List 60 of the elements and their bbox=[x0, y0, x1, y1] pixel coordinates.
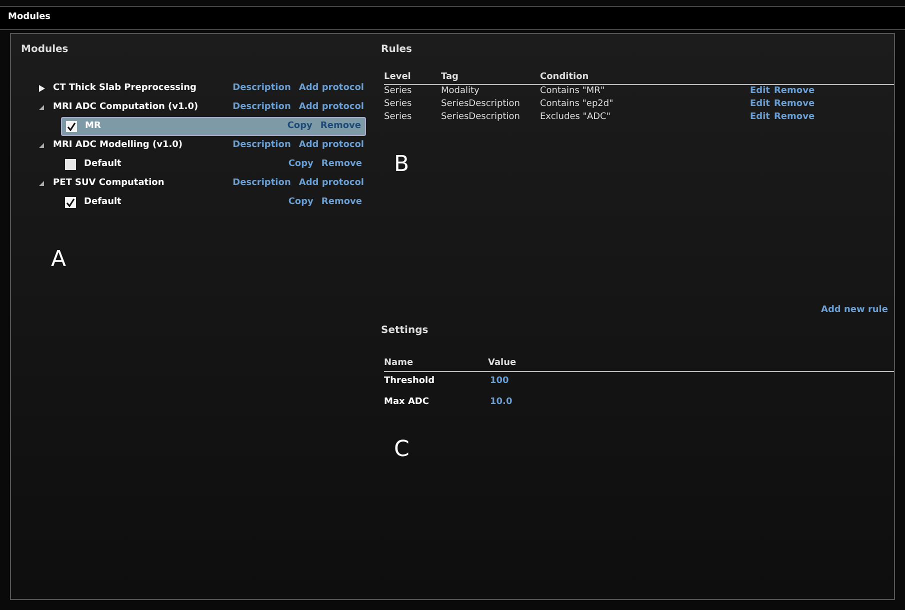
collapsed-triangle-icon[interactable] bbox=[39, 85, 45, 92]
column-header: Level bbox=[384, 70, 412, 84]
module-name[interactable]: PET SUV Computation bbox=[53, 176, 233, 190]
protocol-name: Default bbox=[84, 196, 122, 209]
section-heading: Rules bbox=[381, 43, 413, 57]
rule-link[interactable]: Remove bbox=[774, 98, 815, 112]
module-name[interactable]: MRI ADC Modelling (v1.0) bbox=[53, 138, 233, 152]
table-cell-text: Series bbox=[384, 84, 413, 98]
protocol-link[interactable]: Remove bbox=[321, 158, 362, 172]
checkbox[interactable] bbox=[65, 197, 76, 208]
column-header: Name bbox=[384, 357, 414, 370]
rule-link[interactable]: Edit bbox=[750, 84, 770, 98]
module-link[interactable]: Add protocol bbox=[298, 138, 364, 152]
rule-link[interactable]: Edit bbox=[750, 98, 770, 112]
column-header: Tag bbox=[441, 70, 460, 84]
table-cell-text: Series bbox=[384, 98, 413, 111]
setting-name: Max ADC bbox=[384, 396, 430, 410]
panel-heading: Modules bbox=[21, 43, 70, 57]
protocol-name: Default bbox=[84, 158, 122, 171]
table-cell-text: SeriesDescription bbox=[441, 110, 521, 124]
annotation-letter: C bbox=[394, 439, 410, 461]
add-rule-link[interactable]: Add new rule bbox=[821, 304, 888, 318]
protocol-row[interactable]: Default Copy Remove bbox=[61, 193, 366, 212]
expanded-triangle-icon[interactable] bbox=[39, 142, 45, 149]
rule-link[interactable]: Remove bbox=[774, 110, 815, 124]
protocol-name: MR bbox=[85, 120, 102, 133]
annotation-letter: B bbox=[394, 154, 410, 176]
module-link[interactable]: Add protocol bbox=[298, 176, 364, 190]
annotation-letter: A bbox=[51, 249, 66, 271]
module-link[interactable]: Add protocol bbox=[298, 100, 364, 114]
column-header: Condition bbox=[540, 70, 590, 84]
module-link[interactable]: Description bbox=[232, 82, 291, 96]
window-title: Modules bbox=[8, 11, 51, 24]
protocol-row[interactable]: Default Copy Remove bbox=[61, 155, 366, 174]
protocol-link[interactable]: Copy bbox=[288, 196, 314, 210]
module-link[interactable]: Description bbox=[232, 138, 291, 152]
rule-link[interactable]: Edit bbox=[750, 110, 770, 124]
setting-value[interactable]: 100 bbox=[490, 375, 509, 389]
protocol-link[interactable]: Remove bbox=[321, 196, 362, 210]
column-header: Value bbox=[488, 357, 516, 370]
rule-link[interactable]: Remove bbox=[774, 84, 815, 98]
module-name[interactable]: MRI ADC Computation (v1.0) bbox=[53, 100, 233, 114]
module-link[interactable]: Add protocol bbox=[298, 82, 364, 96]
checkbox[interactable] bbox=[65, 159, 76, 170]
module-name[interactable]: CT Thick Slab Preprocessing bbox=[53, 82, 233, 96]
setting-name: Threshold bbox=[384, 375, 436, 388]
checkbox[interactable] bbox=[66, 121, 77, 132]
table-cell-text: Excludes "ADC" bbox=[540, 110, 612, 124]
table-cell-text: Series bbox=[384, 110, 413, 124]
table-cell-text: SeriesDescription bbox=[441, 98, 521, 111]
expanded-triangle-icon[interactable] bbox=[39, 180, 45, 187]
module-link[interactable]: Description bbox=[232, 100, 291, 114]
section-heading: Settings bbox=[381, 324, 430, 338]
table-cell-text: Contains "MR" bbox=[540, 84, 606, 98]
setting-value[interactable]: 10.0 bbox=[490, 396, 512, 410]
expanded-triangle-icon[interactable] bbox=[39, 104, 45, 111]
module-link[interactable]: Description bbox=[232, 176, 291, 190]
table-cell-text: Contains "ep2d" bbox=[540, 98, 614, 111]
protocol-link[interactable]: Copy bbox=[288, 158, 314, 172]
table-cell-text: Modality bbox=[441, 84, 480, 98]
